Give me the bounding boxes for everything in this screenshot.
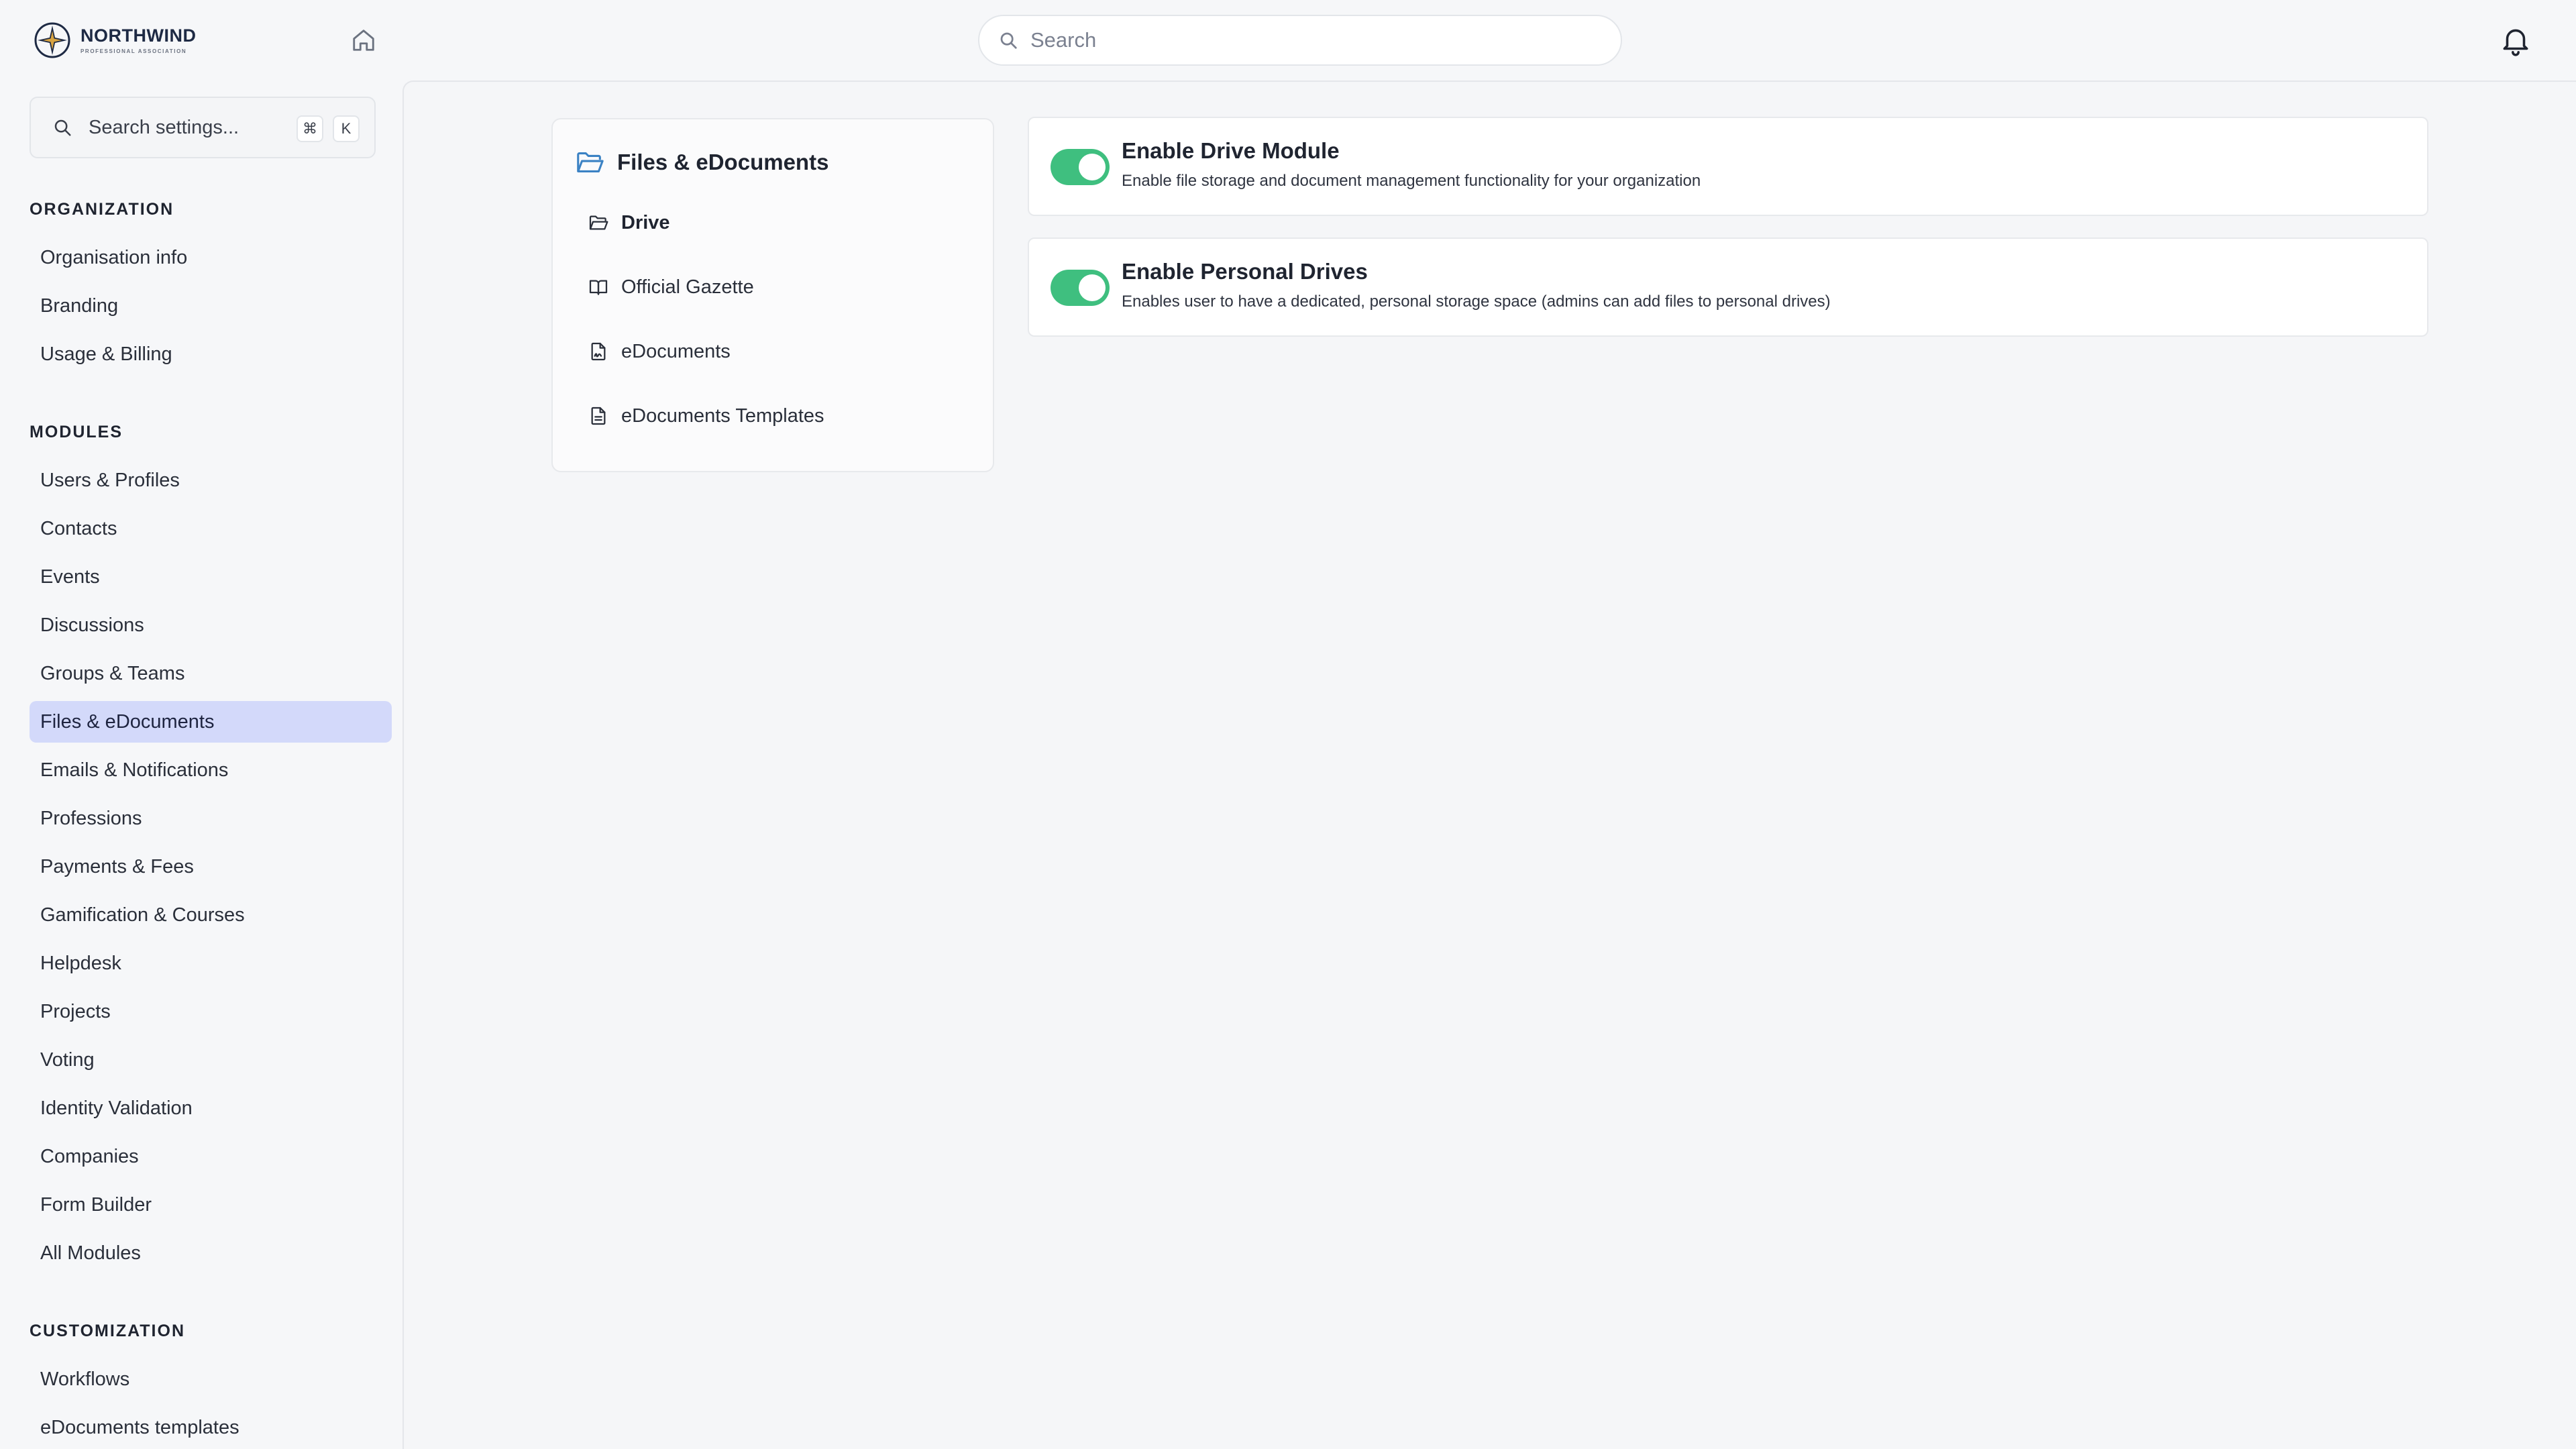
sidebar-item-usage-billing[interactable]: Usage & Billing [30,333,392,375]
home-button[interactable] [347,24,380,56]
compass-logo-icon [34,22,70,58]
subnav-item-edocuments[interactable]: eDocuments [588,333,731,370]
setting-card-drive-module: Enable Drive Module Enable file storage … [1028,117,2428,216]
sidebar-item-users-profiles[interactable]: Users & Profiles [30,460,392,501]
setting-title: Enable Personal Drives [1122,259,1368,284]
file-signature-icon [591,342,606,361]
subnav-item-label: Drive [621,211,670,233]
sidebar-item-gamification-courses[interactable]: Gamification & Courses [30,894,392,936]
sidebar-item-groups-teams[interactable]: Groups & Teams [30,653,392,694]
setting-description: Enables user to have a dedicated, person… [1122,292,1831,311]
brand-logo[interactable]: NORTHWIND PROFESSIONAL ASSOCIATION [34,21,196,59]
sidebar-item-all-modules[interactable]: All Modules [30,1232,392,1274]
setting-description: Enable file storage and document managem… [1122,172,1701,190]
notifications-button[interactable] [2496,20,2536,60]
files-subnav-card: Files & eDocuments Drive Official Gazett… [551,118,994,472]
top-bar: NORTHWIND PROFESSIONAL ASSOCIATION [0,0,2576,80]
sidebar-item-voting[interactable]: Voting [30,1039,392,1081]
shortcut-k-key: K [333,115,360,142]
sidebar-item-files-edocuments[interactable]: Files & eDocuments [30,701,392,743]
settings-search[interactable]: ⌘ K [30,97,376,158]
sidebar-item-discussions[interactable]: Discussions [30,604,392,646]
sidebar-item-projects[interactable]: Projects [30,991,392,1032]
subnav-item-drive[interactable]: Drive [588,204,670,241]
file-text-icon [591,407,606,425]
subnav-title: Files & eDocuments [617,150,829,174]
folder-icon [589,215,608,230]
sidebar-item-form-builder[interactable]: Form Builder [30,1184,392,1226]
subnav-item-edocuments-templates[interactable]: eDocuments Templates [588,397,824,435]
search-icon [1000,32,1017,49]
sidebar-item-payments-fees[interactable]: Payments & Fees [30,846,392,888]
subnav-item-label: eDocuments Templates [621,405,824,427]
section-title-organization: ORGANIZATION [30,200,174,219]
subnav-header: Files & eDocuments [574,144,828,181]
brand-name: NORTHWIND [80,25,197,46]
drive-module-toggle[interactable] [1051,149,1110,185]
setting-card-personal-drives: Enable Personal Drives Enables user to h… [1028,237,2428,337]
search-icon [54,119,71,136]
brand-text: NORTHWIND PROFESSIONAL ASSOCIATION [80,25,197,54]
sidebar-item-identity-validation[interactable]: Identity Validation [30,1087,392,1129]
sidebar-item-companies[interactable]: Companies [30,1136,392,1177]
sidebar-item-workflows[interactable]: Workflows [30,1358,392,1400]
sidebar-item-organisation-info[interactable]: Organisation info [30,237,392,278]
sidebar-item-events[interactable]: Events [30,556,392,598]
sidebar-item-contacts[interactable]: Contacts [30,508,392,549]
personal-drives-toggle[interactable] [1051,270,1110,306]
subnav-item-label: Official Gazette [621,276,754,298]
setting-title: Enable Drive Module [1122,138,1340,163]
section-title-modules: MODULES [30,423,123,441]
book-open-icon [589,280,608,295]
sidebar-item-edocuments-templates[interactable]: eDocuments templates [30,1407,392,1448]
folder-open-icon [577,152,604,172]
subnav-item-label: eDocuments [621,340,731,362]
brand-tagline: PROFESSIONAL ASSOCIATION [80,48,187,54]
shortcut-cmd-key: ⌘ [297,115,323,142]
home-icon [353,30,374,51]
subnav-item-official-gazette[interactable]: Official Gazette [588,268,754,306]
sidebar-item-emails-notifications[interactable]: Emails & Notifications [30,749,392,791]
sidebar-item-helpdesk[interactable]: Helpdesk [30,943,392,984]
sidebar-item-professions[interactable]: Professions [30,798,392,839]
global-search-input[interactable] [1030,28,1580,52]
bell-icon [2503,29,2528,56]
settings-sidebar: ⌘ K ORGANIZATION Organisation info Brand… [0,80,402,1449]
global-search[interactable] [978,15,1622,66]
settings-search-input[interactable] [89,116,290,139]
section-title-customization: CUSTOMIZATION [30,1322,186,1340]
sidebar-item-branding[interactable]: Branding [30,285,392,327]
